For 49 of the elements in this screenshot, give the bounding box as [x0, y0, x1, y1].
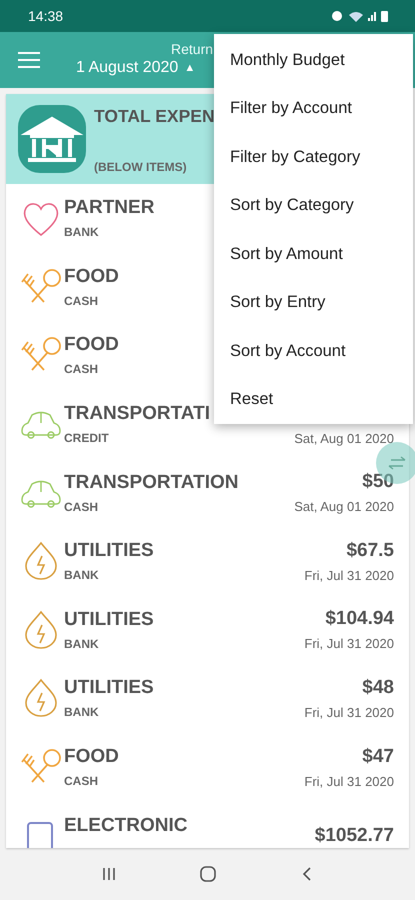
- menu-item[interactable]: Sort by Account: [214, 327, 413, 376]
- entry-account: CASH: [64, 500, 98, 514]
- menu-icon[interactable]: [18, 52, 40, 68]
- entry-account: CASH: [64, 362, 98, 376]
- status-icons: [331, 9, 391, 23]
- entry-category: UTILITIES: [64, 540, 154, 562]
- entry-date: Sat, Aug 01 2020: [294, 499, 394, 514]
- entry-amount: $48: [362, 676, 394, 699]
- entry-amount: $67.5: [346, 540, 394, 562]
- status-time: 14:38: [28, 8, 64, 24]
- entry-account: CREDIT: [64, 431, 109, 446]
- entry-category: PARTNER: [64, 197, 154, 220]
- entry-account: CASH: [64, 774, 98, 788]
- entry-category: FOOD: [64, 334, 119, 356]
- entry-amount: $50: [362, 471, 394, 494]
- recents-icon[interactable]: [101, 866, 118, 882]
- menu-item[interactable]: Filter by Category: [214, 133, 413, 182]
- entry-category: UTILITIES: [64, 677, 154, 700]
- bank-icon: [16, 103, 88, 175]
- entry-account: BANK: [64, 705, 99, 720]
- entry-account: BANK: [64, 225, 99, 240]
- return-label: Return: [171, 41, 214, 57]
- entry-category: TRANSPORTATI: [64, 403, 210, 426]
- menu-item[interactable]: Sort by Category: [214, 182, 413, 230]
- entry-date: Sat, Aug 01 2020: [294, 430, 394, 446]
- menu-item[interactable]: Sort by Amount: [214, 230, 413, 278]
- menu-item[interactable]: Filter by Account: [214, 84, 413, 133]
- entry-date: Fri, Jul 31 2020: [304, 704, 394, 720]
- entry-account: BANK: [64, 568, 99, 582]
- entry-account: BANK: [64, 636, 99, 651]
- entry-category: UTILITIES: [64, 608, 154, 631]
- entry-account: CASH: [64, 294, 98, 308]
- entry-amount: $1052.77: [314, 824, 394, 847]
- menu-item[interactable]: Monthly Budget: [214, 36, 413, 84]
- entry-category: TRANSPORTATION: [64, 472, 239, 494]
- entry-category: ELECTRONIC: [64, 814, 188, 837]
- entry-amount: $47: [362, 746, 394, 768]
- entry-date: Fri, Jul 31 2020: [304, 568, 394, 583]
- summary-subtitle: (BELOW ITEMS): [94, 160, 188, 174]
- entry-category: FOOD: [64, 266, 119, 288]
- menu-item[interactable]: Sort by Entry: [214, 278, 413, 327]
- menu-item[interactable]: Reset: [214, 376, 413, 424]
- summary-title: TOTAL EXPEN: [94, 106, 215, 127]
- entry-date: Fri, Jul 31 2020: [304, 774, 394, 789]
- swap-icon: [387, 456, 407, 470]
- home-icon[interactable]: [199, 865, 218, 883]
- entry-date: Fri, Jul 31 2020: [304, 636, 394, 652]
- entry-amount: $104.94: [325, 608, 394, 630]
- entry-category: FOOD: [64, 746, 119, 768]
